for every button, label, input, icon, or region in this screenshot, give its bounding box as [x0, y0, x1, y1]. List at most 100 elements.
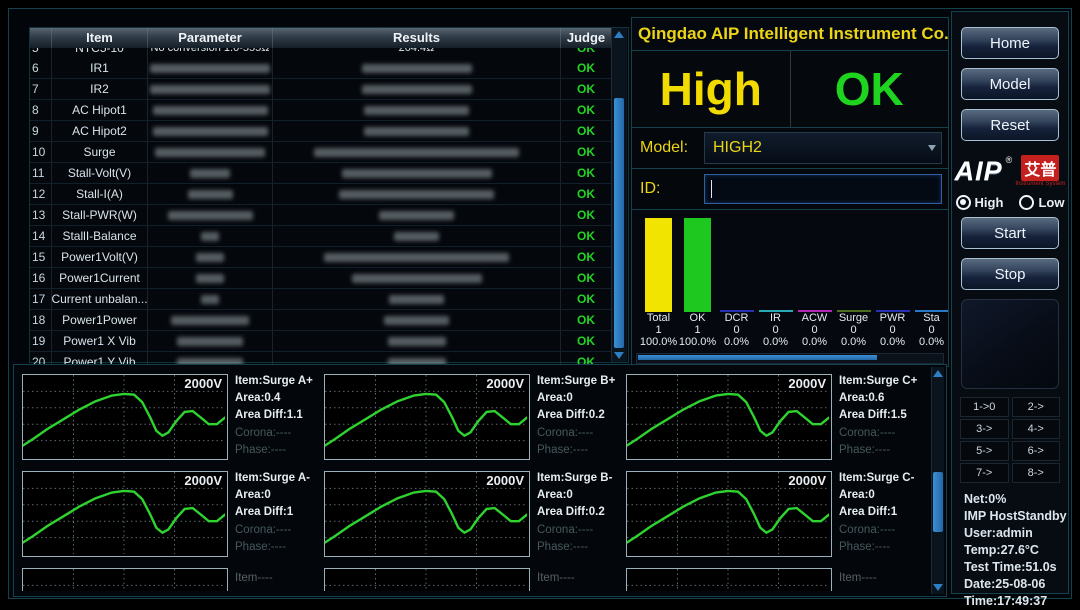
row-index: 11 [30, 163, 52, 183]
waveform-plot[interactable]: 2000V [626, 471, 832, 557]
redacted-text [188, 190, 233, 199]
io-cell-2[interactable]: 2-> [1012, 397, 1061, 417]
waveform-plot[interactable]: 2000V [22, 374, 228, 460]
io-cell-1[interactable]: 1->0 [960, 397, 1009, 417]
row-item: StallI-Balance [52, 226, 148, 246]
chart-scrollbar-thumb[interactable] [638, 355, 877, 360]
row-item: Stall-PWR(W) [52, 205, 148, 225]
row-judge: OK [561, 184, 611, 204]
waveform-area-label: Area:0.6 [839, 390, 927, 407]
table-row[interactable]: 11Stall-Volt(V)OK [30, 163, 611, 184]
reset-button[interactable]: Reset [961, 109, 1059, 141]
waveform-plot[interactable]: 2000V [324, 471, 530, 557]
row-index: 5 [30, 48, 52, 58]
scroll-down-icon[interactable] [933, 584, 943, 591]
home-button[interactable]: Home [961, 27, 1059, 59]
table-row[interactable]: 16Power1CurrentOK [30, 268, 611, 289]
model-button[interactable]: Model [961, 68, 1059, 100]
chart-column-surge: Surge00.0% [834, 216, 873, 356]
table-row[interactable]: 19Power1 X VibOK [30, 331, 611, 352]
io-cell-7[interactable]: 7-> [960, 463, 1009, 483]
row-results-redacted [273, 58, 561, 78]
row-index: 13 [30, 205, 52, 225]
redacted-text [384, 316, 449, 325]
scroll-up-icon[interactable] [614, 31, 624, 38]
waveform-scrollbar-thumb[interactable] [933, 472, 943, 532]
chevron-down-icon[interactable] [928, 145, 936, 151]
app-window: Item Parameter Results Judge 5 NTC5-10 N… [8, 8, 1072, 599]
table-scrollbar-thumb[interactable] [614, 98, 624, 348]
chart-scrollbar[interactable] [636, 353, 944, 364]
radio-icon[interactable] [1019, 195, 1034, 210]
chart-bar-zone [678, 216, 717, 312]
table-row[interactable]: 10SurgeOK [30, 142, 611, 163]
radio-low[interactable]: Low [1019, 195, 1064, 210]
table-header-row: Item Parameter Results Judge [30, 28, 611, 48]
table-row[interactable]: 15Power1Volt(V)OK [30, 247, 611, 268]
chart-bar-zone [873, 216, 912, 312]
row-item: Current unbalan... [52, 289, 148, 309]
table-row[interactable]: 9AC Hipot2OK [30, 121, 611, 142]
io-cell-4[interactable]: 4-> [1012, 419, 1061, 439]
waveform-plot[interactable]: 2000V [22, 471, 228, 557]
table-row[interactable]: 17Current unbalan...OK [30, 289, 611, 310]
waveform-area-diff-label: Area Diff:1 [839, 504, 927, 521]
waveform-corona-label: Corona:---- [235, 425, 323, 442]
io-cell-6[interactable]: 6-> [1012, 441, 1061, 461]
row-index: 12 [30, 184, 52, 204]
row-judge: OK [561, 247, 611, 267]
row-judge: OK [561, 79, 611, 99]
waveform-plot[interactable] [626, 568, 832, 591]
start-button[interactable]: Start [961, 217, 1059, 249]
waveform-plot[interactable] [22, 568, 228, 591]
radio-high[interactable]: High [956, 195, 1004, 210]
scroll-down-icon[interactable] [614, 352, 624, 359]
table-row[interactable]: 6IR1OK [30, 58, 611, 79]
table-row[interactable]: 18Power1PowerOK [30, 310, 611, 331]
chart-percent-label: 100.0% [679, 336, 716, 348]
waveform-area-diff-label: Area Diff:1.5 [839, 407, 927, 424]
waveform-scrollbar[interactable] [931, 367, 944, 594]
waveform-info: Item:Surge C+Area:0.6Area Diff:1.5Corona… [839, 370, 927, 467]
radio-icon[interactable] [956, 195, 971, 210]
table-row[interactable]: 14StallI-BalanceOK [30, 226, 611, 247]
io-cell-3[interactable]: 3-> [960, 419, 1009, 439]
chart-percent-label: 100.0% [640, 336, 677, 348]
table-scrollbar[interactable] [611, 28, 627, 362]
io-cell-8[interactable]: 8-> [1012, 463, 1061, 483]
row-results-redacted [273, 331, 561, 351]
redacted-text [379, 211, 454, 220]
model-select[interactable]: HIGH2 [704, 132, 942, 164]
waveform-row-2: 2000VItem:Surge A-Area:0Area Diff:1Coron… [22, 467, 930, 564]
row-results-redacted [273, 289, 561, 309]
row-item: Power1 X Vib [52, 331, 148, 351]
id-input[interactable] [704, 174, 942, 204]
waveform-plot[interactable]: 2000V [626, 374, 832, 460]
row-item: Surge [52, 142, 148, 162]
waveform-info: Item:Surge A-Area:0Area Diff:1Corona:---… [235, 467, 323, 564]
chart-bar-zone [639, 216, 678, 312]
table-row-partial[interactable]: 5 NTC5-10 No conversion 1.0-555Ω 204.4Ω … [30, 48, 611, 58]
row-index: 8 [30, 100, 52, 120]
logo-cn-text: 艾普 [1021, 155, 1059, 181]
table-row[interactable]: 12Stall-I(A)OK [30, 184, 611, 205]
scroll-up-icon[interactable] [933, 370, 943, 377]
table-row[interactable]: 7IR2OK [30, 79, 611, 100]
aux-display-panel [961, 299, 1059, 389]
chart-bar [684, 218, 711, 312]
waveform-plot[interactable] [324, 568, 530, 591]
waveform-phase-label: Phase:---- [235, 539, 323, 556]
redacted-text [364, 106, 469, 115]
stop-button[interactable]: Stop [961, 258, 1059, 290]
io-cell-5[interactable]: 5-> [960, 441, 1009, 461]
model-value: HIGH2 [705, 139, 762, 157]
chart-column-acw: ACW00.0% [795, 216, 834, 356]
chart-bar-zone [795, 216, 834, 312]
chart-count-label: 0 [733, 324, 739, 336]
row-results-redacted [273, 310, 561, 330]
table-row[interactable]: 13Stall-PWR(W)OK [30, 205, 611, 226]
waveform-plot[interactable]: 2000V [324, 374, 530, 460]
table-row[interactable]: 8AC Hipot1OK [30, 100, 611, 121]
waveform-corona-label: Corona:---- [235, 522, 323, 539]
chart-category-label: ACW [802, 312, 828, 324]
